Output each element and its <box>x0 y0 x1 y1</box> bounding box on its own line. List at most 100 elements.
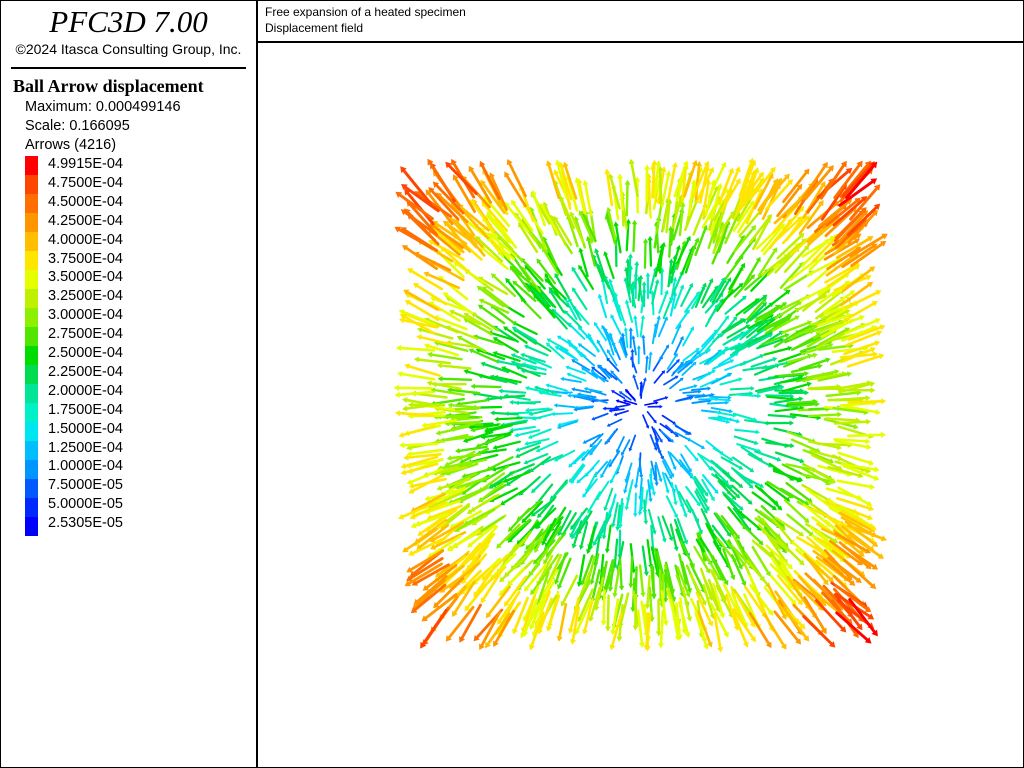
arrow-head <box>560 376 565 382</box>
arrow-head <box>636 345 641 349</box>
arrow-head <box>651 594 657 600</box>
arrow-head <box>627 253 633 258</box>
colorbar-swatch <box>25 479 38 498</box>
displacement-arrow <box>476 516 505 535</box>
displacement-arrow <box>629 555 634 585</box>
displacement-arrow <box>682 390 700 394</box>
arrow-head <box>846 371 853 377</box>
colorbar-label: 1.7500E-04 <box>48 401 123 418</box>
arrow-head <box>881 398 887 405</box>
arrow-head <box>398 432 405 438</box>
displacement-arrow <box>734 428 757 434</box>
arrow-head <box>656 315 661 320</box>
displacement-arrow <box>658 346 669 362</box>
displacement-arrow <box>654 464 658 484</box>
displacement-arrow <box>744 419 768 425</box>
displacement-arrow <box>606 524 612 551</box>
displacement-arrow <box>502 488 527 504</box>
arrow-head <box>750 386 755 391</box>
arrow-head <box>671 161 678 168</box>
arrow-head <box>880 431 887 438</box>
arrow-head <box>403 454 409 461</box>
arrow-head <box>437 376 443 382</box>
displacement-arrow <box>691 508 702 532</box>
colorbar-swatch <box>25 251 38 270</box>
displacement-arrow <box>817 442 850 447</box>
displacement-arrow <box>479 287 505 308</box>
displacement-arrow <box>632 223 636 253</box>
arrow-head <box>658 643 665 649</box>
colorbar-swatch <box>25 156 38 175</box>
arrow-head <box>613 221 619 227</box>
arrow-head <box>424 495 431 502</box>
arrow-head <box>665 489 670 494</box>
arrow-head <box>673 546 679 552</box>
displacement-arrow <box>633 376 639 390</box>
colorbar-label: 1.2500E-04 <box>48 439 123 456</box>
displacement-arrow <box>532 473 552 492</box>
plot-viewport[interactable] <box>258 43 1023 767</box>
displacement-arrow <box>624 329 629 349</box>
arrow-head <box>798 396 804 402</box>
displacement-arrow <box>573 289 588 311</box>
arrow-head <box>446 455 452 461</box>
displacement-arrow <box>647 176 652 211</box>
arrow-head <box>623 327 628 331</box>
arrow-head <box>647 235 653 241</box>
arrow-head <box>817 363 823 369</box>
arrow-head <box>869 381 876 388</box>
arrow-head <box>728 408 733 414</box>
displacement-arrow <box>626 302 634 323</box>
arrow-head <box>804 371 810 377</box>
displacement-arrow <box>602 589 606 623</box>
displacement-arrow <box>573 307 590 326</box>
displacement-arrow <box>673 338 683 356</box>
displacement-arrow <box>618 529 622 556</box>
displacement-arrow <box>616 504 621 528</box>
displacement-arrow <box>847 433 883 438</box>
displacement-arrow <box>657 318 667 338</box>
arrow-head <box>640 592 646 598</box>
colorbar-label: 3.2500E-04 <box>48 288 123 305</box>
displacement-arrow <box>766 395 793 400</box>
displacement-arrow <box>548 384 568 392</box>
colorbar-swatch <box>25 441 38 460</box>
arrow-head <box>866 418 872 425</box>
displacement-arrow <box>642 337 646 355</box>
arrow-head <box>673 501 678 506</box>
arrow-head <box>624 179 631 185</box>
arrow-head <box>651 491 656 496</box>
displacement-arrow <box>501 390 527 394</box>
displacement-arrow <box>402 442 438 447</box>
colorbar-swatch <box>25 270 38 289</box>
arrow-head <box>582 629 588 635</box>
displacement-arrow <box>665 424 678 436</box>
arrow-head <box>509 399 514 405</box>
arrow-head <box>463 369 469 375</box>
arrow-head <box>645 272 651 277</box>
arrow-head <box>630 348 635 353</box>
divider <box>11 67 246 69</box>
displacement-arrow <box>587 239 596 267</box>
colorbar-label: 1.0000E-04 <box>48 458 123 475</box>
legend-title: Ball Arrow displacement <box>13 76 204 96</box>
arrow-head <box>661 538 667 543</box>
arrow-head <box>658 478 663 483</box>
displacement-arrow <box>742 366 767 372</box>
colorbar-swatch <box>25 517 38 536</box>
displacement-arrow <box>710 406 731 413</box>
displacement-arrow <box>655 202 663 234</box>
displacement-field-plot[interactable] <box>258 43 1023 767</box>
arrow-head <box>633 513 638 518</box>
displacement-arrow <box>604 487 614 509</box>
arrow-head <box>806 381 812 387</box>
arrow-head <box>628 327 633 331</box>
arrow-head <box>638 274 644 279</box>
displacement-arrow <box>421 608 448 646</box>
displacement-arrow <box>639 383 643 397</box>
arrow-head <box>617 173 624 179</box>
displacement-arrow <box>612 502 619 525</box>
displacement-arrow <box>584 183 593 217</box>
displacement-arrow <box>405 246 439 271</box>
displacement-arrow <box>638 564 645 594</box>
